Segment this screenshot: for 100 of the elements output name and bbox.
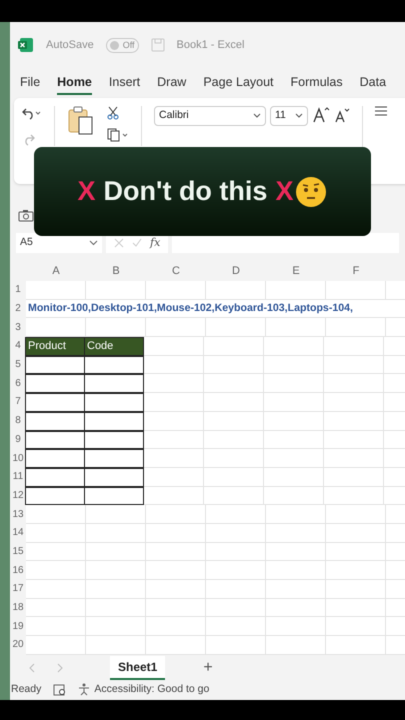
grid-cell[interactable] — [326, 542, 386, 562]
grid-cell[interactable] — [26, 524, 86, 543]
grid-cell[interactable] — [324, 337, 384, 356]
grid-cell[interactable] — [146, 281, 206, 300]
grid-cell[interactable] — [26, 505, 86, 524]
cut-icon[interactable] — [107, 106, 119, 120]
grid-cell[interactable] — [26, 281, 86, 300]
grid-cell[interactable] — [324, 393, 384, 412]
grid-cell[interactable] — [386, 617, 405, 636]
grid-cell[interactable] — [264, 374, 324, 394]
grid-cell[interactable] — [146, 318, 206, 338]
grid-cell[interactable] — [266, 318, 326, 338]
grid-cell[interactable] — [144, 430, 204, 450]
grid-cell[interactable] — [384, 412, 405, 430]
grid-cell[interactable] — [26, 580, 86, 599]
grid-cell[interactable] — [264, 337, 324, 356]
grid-cell[interactable] — [326, 281, 386, 300]
undo-icon[interactable] — [22, 106, 42, 120]
grid-cell[interactable] — [144, 356, 204, 374]
ribbon-tab[interactable]: Draw — [157, 71, 186, 95]
grid-cell[interactable] — [326, 524, 386, 543]
grid-cell[interactable] — [386, 580, 405, 599]
grid-cell[interactable] — [144, 449, 204, 468]
grid-cell[interactable] — [86, 580, 146, 599]
grid-cell[interactable] — [264, 393, 324, 412]
grid-cell[interactable] — [206, 524, 266, 543]
grid-cell[interactable] — [384, 374, 405, 394]
grid-cell[interactable] — [206, 318, 266, 338]
grid-cell[interactable] — [206, 598, 266, 618]
column-header[interactable]: A — [26, 262, 86, 281]
grid-cell[interactable] — [86, 281, 146, 300]
column-header[interactable]: C — [146, 262, 206, 281]
font-size-dropdown[interactable]: 11 — [270, 106, 308, 126]
insert-function-button[interactable]: fx — [150, 234, 160, 252]
grid-cell[interactable] — [86, 505, 146, 524]
grid-cell[interactable] — [146, 617, 206, 636]
grid-cell[interactable] — [386, 318, 405, 338]
font-name-dropdown[interactable]: Calibri — [154, 106, 266, 126]
grid-cell[interactable] — [324, 449, 384, 468]
grid-cell[interactable] — [204, 356, 264, 374]
grid-cell[interactable] — [26, 318, 86, 338]
grid-cell[interactable] — [386, 281, 405, 300]
grid-cell[interactable] — [86, 561, 146, 580]
grid-cell[interactable] — [146, 542, 206, 562]
grid-cell[interactable] — [324, 430, 384, 450]
grid-cell[interactable] — [386, 524, 405, 543]
grid-cell[interactable] — [264, 412, 324, 430]
grid-cell[interactable] — [266, 580, 326, 599]
grid-cell[interactable] — [206, 542, 266, 562]
grid-cell[interactable] — [144, 468, 204, 487]
cancel-icon[interactable] — [114, 238, 124, 248]
save-icon[interactable] — [150, 38, 165, 52]
grid-cell[interactable] — [146, 505, 206, 524]
grid-cell[interactable] — [264, 430, 324, 450]
grid-cell[interactable] — [204, 337, 264, 356]
grid-cell[interactable] — [384, 468, 405, 487]
grid-cell[interactable] — [86, 617, 146, 636]
grid-cell[interactable] — [264, 486, 324, 506]
grid-cell[interactable] — [206, 505, 266, 524]
align-icon[interactable] — [375, 106, 387, 116]
grid-cell[interactable] — [204, 393, 264, 412]
shrink-font-icon[interactable] — [334, 106, 350, 124]
grid-cell[interactable] — [326, 505, 386, 524]
grid-cell[interactable] — [26, 598, 86, 618]
ribbon-tab[interactable]: Formulas — [290, 71, 343, 95]
grid-cell[interactable] — [146, 561, 206, 580]
ribbon-tab[interactable]: Data — [360, 71, 386, 95]
grid-cell[interactable] — [26, 617, 86, 636]
grid-cell[interactable] — [26, 636, 86, 655]
grid-cell[interactable] — [144, 393, 204, 412]
grid-cell[interactable] — [266, 561, 326, 580]
grid-cell[interactable] — [324, 374, 384, 394]
copy-icon[interactable] — [107, 128, 129, 142]
grid-cell[interactable] — [204, 486, 264, 506]
grid-cell[interactable] — [146, 580, 206, 599]
grid-cell[interactable] — [86, 636, 146, 655]
column-header[interactable]: B — [86, 262, 146, 281]
grid-cell[interactable] — [206, 617, 266, 636]
grid-cell[interactable] — [324, 356, 384, 374]
ribbon-tab[interactable]: Page Layout — [203, 71, 274, 95]
grid-cell[interactable] — [266, 505, 326, 524]
grid-cell[interactable] — [324, 412, 384, 430]
column-header[interactable]: D — [206, 262, 266, 281]
grid-cell[interactable] — [144, 337, 204, 356]
grid-cell[interactable] — [324, 468, 384, 487]
grid-cell[interactable] — [386, 542, 405, 562]
grid-cell[interactable] — [384, 356, 405, 374]
column-header[interactable]: E — [266, 262, 326, 281]
grid-cell[interactable] — [384, 449, 405, 468]
grid-cell[interactable] — [144, 412, 204, 430]
grid-cell[interactable] — [266, 617, 326, 636]
next-sheet-icon[interactable] — [56, 662, 64, 673]
grid-cell[interactable] — [326, 561, 386, 580]
grid-cell[interactable] — [384, 430, 405, 450]
enter-icon[interactable] — [132, 238, 142, 248]
grid-cell[interactable] — [204, 412, 264, 430]
add-sheet-button[interactable]: + — [203, 660, 213, 676]
grid-cell[interactable] — [146, 598, 206, 618]
accessibility-status[interactable]: Accessibility: Good to go — [94, 682, 210, 698]
grid-cell[interactable] — [326, 598, 386, 618]
